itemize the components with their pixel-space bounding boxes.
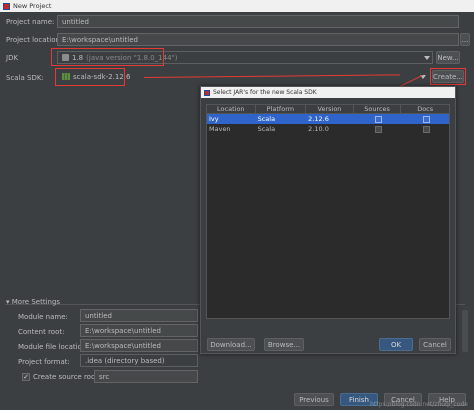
download-button[interactable]: Download... [207, 338, 255, 351]
more-settings-header[interactable]: ▾ More Settings [6, 298, 60, 306]
project-name-input[interactable]: untitled [57, 15, 459, 28]
column-version[interactable]: Version [306, 105, 354, 113]
module-file-location-input[interactable]: E:\workspace\untitled [80, 339, 198, 352]
window-titlebar: New Project [0, 0, 474, 12]
docs-checkbox[interactable] [422, 125, 430, 133]
annotation-sdk-box [55, 68, 125, 86]
cell-sources [354, 124, 402, 134]
module-file-location-label: Module file location: [18, 343, 89, 351]
select-jars-dialog: Select JAR's for the new Scala SDK Locat… [200, 86, 456, 354]
content-root-label: Content root: [18, 328, 65, 336]
sources-checkbox[interactable] [375, 125, 383, 133]
browse-location-button[interactable]: … [460, 33, 470, 46]
previous-button[interactable]: Previous [294, 393, 334, 406]
project-name-label: Project name: [6, 18, 55, 26]
jdk-label: JDK [6, 54, 19, 62]
sources-checkbox[interactable] [375, 115, 383, 123]
module-name-label: Module name: [18, 313, 68, 321]
dialog-cancel-button[interactable]: Cancel [419, 338, 451, 351]
jdk-dropdown-icon[interactable] [424, 56, 430, 60]
cell-location: Ivy [209, 115, 219, 123]
create-source-root-label: Create source root: [33, 373, 101, 381]
annotation-jdk-box [51, 48, 164, 66]
intellij-icon [3, 2, 10, 10]
settings-scrollbar[interactable] [462, 310, 468, 352]
cell-platform: Scala [257, 115, 276, 123]
new-jdk-button[interactable]: New... [436, 51, 460, 64]
create-source-root-checkbox[interactable]: ✓ [22, 373, 30, 381]
cell-docs [401, 124, 449, 134]
cell-location: Maven [209, 125, 231, 133]
dialog-title: Select JAR's for the new Scala SDK [213, 89, 317, 96]
module-name-input[interactable]: untitled [80, 309, 198, 322]
table-header: Location Platform Version Sources Docs [207, 105, 449, 114]
watermark: https://blog.csdn.net/zhuqi_code [370, 401, 468, 408]
cell-version: 2.12.6 [308, 115, 329, 123]
content-root-input[interactable]: E:\workspace\untitled [80, 324, 198, 337]
window-title: New Project [13, 2, 52, 10]
source-root-input[interactable]: src [94, 370, 198, 383]
cell-docs [401, 114, 449, 124]
column-platform[interactable]: Platform [256, 105, 307, 113]
project-format-select[interactable]: .idea (directory based) [80, 354, 198, 367]
cell-version: 2.10.0 [308, 125, 329, 133]
scala-sdk-label: Scala SDK: [6, 74, 44, 82]
column-sources[interactable]: Sources [354, 105, 402, 113]
ok-button[interactable]: OK [379, 338, 413, 351]
intellij-icon [204, 89, 210, 96]
column-location[interactable]: Location [207, 105, 256, 113]
browse-button[interactable]: Browse... [264, 338, 304, 351]
annotation-create-box [430, 68, 466, 85]
jars-table: Location Platform Version Sources Docs I… [206, 104, 450, 319]
project-format-value: .idea (directory based) [85, 356, 165, 365]
project-format-label: Project format: [18, 358, 70, 366]
cell-platform: Scala [257, 125, 276, 133]
table-row[interactable]: Ivy Scala 2.12.6 [207, 114, 449, 124]
docs-checkbox[interactable] [422, 115, 430, 123]
more-settings-title: More Settings [11, 298, 61, 306]
dialog-titlebar: Select JAR's for the new Scala SDK [201, 87, 455, 98]
table-row[interactable]: Maven Scala 2.10.0 [207, 124, 449, 134]
cell-sources [354, 114, 402, 124]
project-location-input[interactable]: E:\workspace\untitled [57, 33, 459, 46]
column-docs[interactable]: Docs [401, 105, 449, 113]
project-location-label: Project location: [6, 36, 63, 44]
